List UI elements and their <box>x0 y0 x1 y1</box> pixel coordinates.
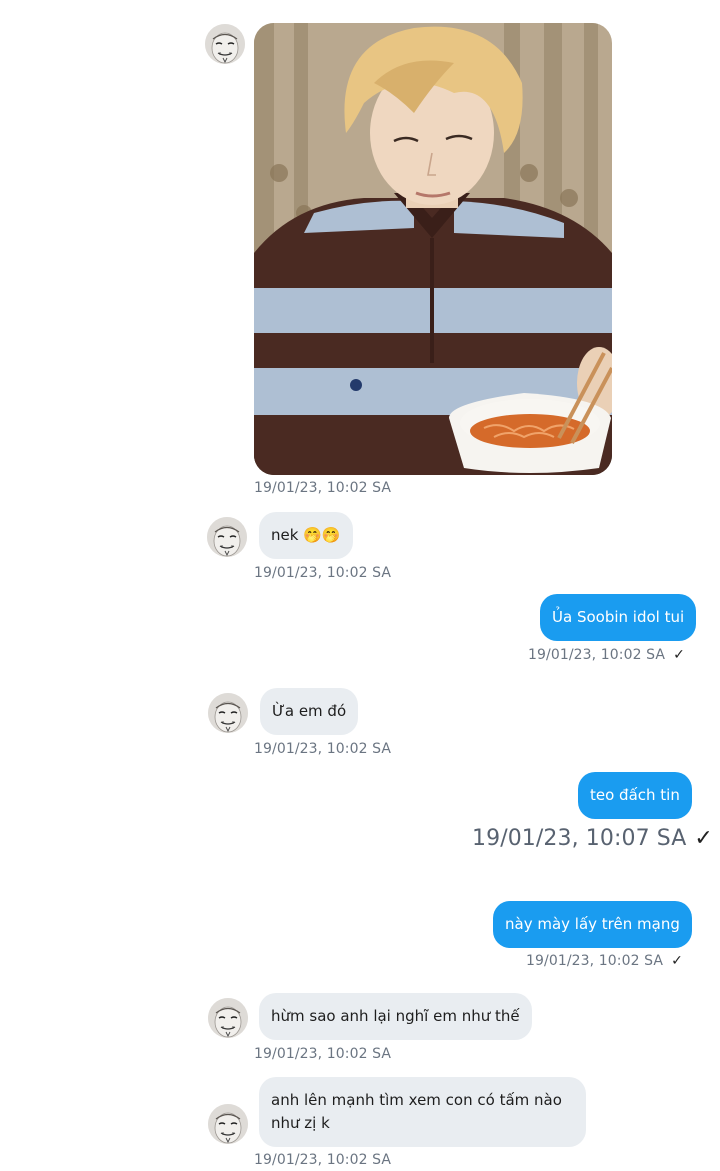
sender-avatar[interactable] <box>207 517 247 557</box>
message-timestamp: 19/01/23, 10:02 SA <box>254 480 392 496</box>
checkmark-icon: ✓ <box>671 953 683 969</box>
message-text: teo đấch tin <box>590 786 680 804</box>
message-timestamp: 19/01/23, 10:02 SA ✓ <box>526 953 683 969</box>
message-timestamp: 19/01/23, 10:07 SA ✓ <box>472 826 713 851</box>
incoming-message-bubble[interactable]: Ừa em đó <box>260 688 359 735</box>
mask-avatar-icon <box>208 693 248 733</box>
mask-avatar-icon <box>207 517 247 557</box>
incoming-message-bubble[interactable]: anh lên mạnh tìm xem con có tấm nào như … <box>259 1077 586 1147</box>
mask-avatar-icon <box>208 998 248 1038</box>
sender-avatar[interactable] <box>208 693 248 733</box>
incoming-message-bubble[interactable]: hừm sao anh lại nghĩ em như thế <box>259 993 532 1040</box>
outgoing-message-bubble[interactable]: Ủa Soobin idol tui <box>540 594 697 641</box>
incoming-message-bubble[interactable]: nek 🤭🤭 <box>259 512 353 559</box>
sender-avatar[interactable] <box>205 24 245 64</box>
timestamp-text: 19/01/23, 10:07 SA <box>472 826 687 851</box>
message-timestamp: 19/01/23, 10:02 SA <box>254 1152 392 1168</box>
message-timestamp: 19/01/23, 10:02 SA ✓ <box>528 647 685 663</box>
message-text: hừm sao anh lại nghĩ em như thế <box>271 1007 520 1025</box>
mask-avatar-icon <box>205 24 245 64</box>
sender-avatar[interactable] <box>208 1104 248 1144</box>
outgoing-message-bubble[interactable]: này mày lấy trên mạng <box>493 901 692 948</box>
message-timestamp: 19/01/23, 10:02 SA <box>254 741 392 757</box>
message-text: nek 🤭🤭 <box>271 526 341 544</box>
outgoing-message-bubble[interactable]: teo đấch tin <box>578 772 692 819</box>
message-text: này mày lấy trên mạng <box>505 915 680 933</box>
message-text: anh lên mạnh tìm xem con có tấm nào như … <box>271 1091 562 1132</box>
mask-avatar-icon <box>208 1104 248 1144</box>
message-text: Ừa em đó <box>272 702 347 720</box>
message-text: Ủa Soobin idol tui <box>552 608 685 626</box>
photo-image <box>254 23 612 475</box>
timestamp-text: 19/01/23, 10:02 SA <box>526 953 664 969</box>
sender-avatar[interactable] <box>208 998 248 1038</box>
message-timestamp: 19/01/23, 10:02 SA <box>254 565 392 581</box>
photo-message[interactable] <box>254 23 612 475</box>
message-timestamp: 19/01/23, 10:02 SA <box>254 1046 392 1062</box>
timestamp-text: 19/01/23, 10:02 SA <box>528 647 666 663</box>
checkmark-icon: ✓ <box>673 647 685 663</box>
checkmark-icon: ✓ <box>694 826 713 851</box>
